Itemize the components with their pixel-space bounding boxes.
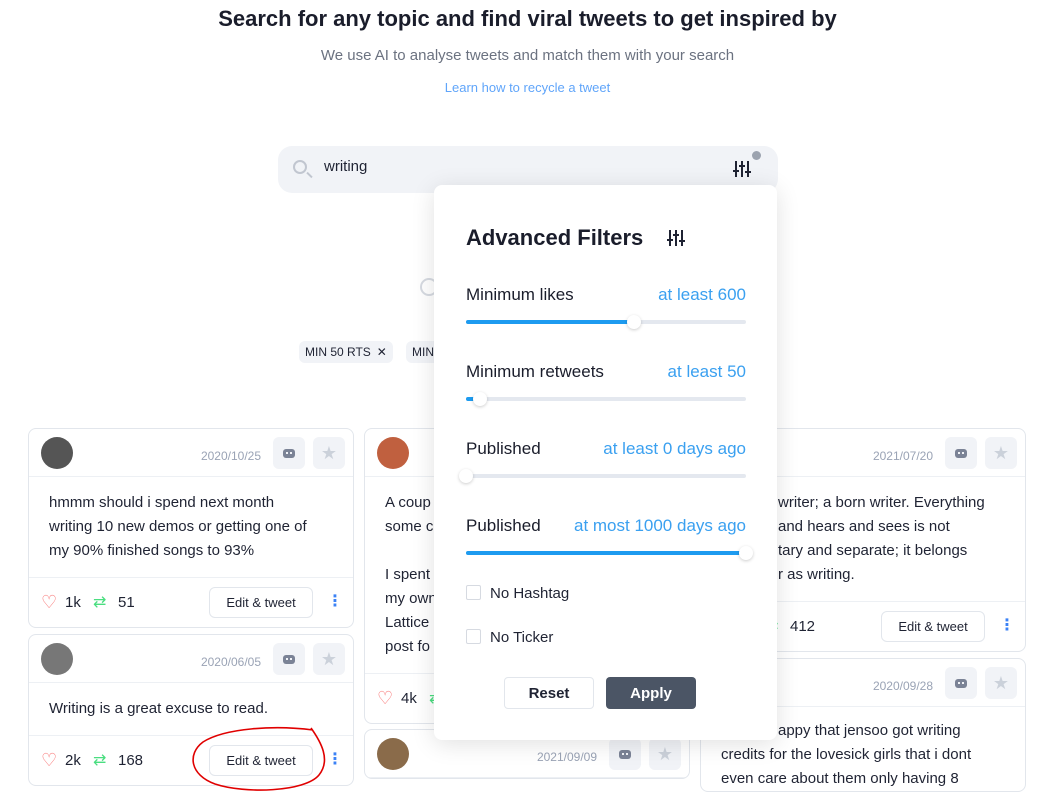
robot-icon — [955, 448, 967, 458]
robot-icon — [283, 654, 295, 664]
heart-icon: ♡ — [41, 592, 58, 612]
filter-label: Minimum likes — [466, 285, 574, 304]
filter-value: at least 0 days ago — [603, 439, 746, 458]
card-footer: ♡ 1k ⇄ 51 Edit & tweet ⋮ — [29, 577, 353, 627]
ai-robot-button[interactable] — [945, 667, 977, 699]
no-hashtag-checkbox[interactable]: No Hashtag — [466, 585, 569, 602]
tweet-text-line: my 90% finished songs to 93% — [49, 542, 255, 559]
card-header: 2020/10/25 ★ — [29, 429, 353, 477]
retweet-icon: ⇄ — [93, 752, 107, 769]
filter-label: Published — [466, 516, 541, 535]
filters-title: Advanced Filters — [466, 225, 686, 251]
filter-chip: MIN 50 RTS ✕ — [299, 341, 393, 363]
page-subtitle: We use AI to analyse tweets and match th… — [320, 47, 735, 64]
filter-active-dot — [752, 151, 761, 160]
min-retweets-filter: Minimum retweets at least 50 — [466, 362, 746, 406]
ai-robot-button[interactable] — [945, 437, 977, 469]
tweet-text-line: hmmm should i spend next month — [49, 494, 275, 511]
filter-value: at least 50 — [667, 362, 746, 381]
robot-icon — [283, 448, 295, 458]
heart-icon: ♡ — [41, 750, 58, 770]
page-title: Search for any topic and find viral twee… — [218, 6, 837, 31]
star-icon: ★ — [992, 672, 1010, 693]
star-icon: ★ — [320, 648, 338, 669]
tweet-card: 2020/10/25 ★ hmmm should i spend next mo… — [28, 428, 354, 628]
card-header: 2020/06/05 ★ — [29, 635, 353, 683]
tweet-date: 2020/10/25 — [200, 449, 261, 463]
tweet-date: 2021/09/09 — [536, 750, 597, 764]
tweet-date: 2020/09/28 — [872, 679, 933, 693]
checkbox-label: No Hashtag — [490, 585, 570, 602]
avatar[interactable] — [41, 437, 73, 469]
filter-label: Minimum retweets — [466, 362, 604, 381]
filter-sliders-icon[interactable] — [733, 160, 751, 178]
advanced-filters-popup: Advanced Filters Minimum likes at least … — [434, 185, 777, 740]
avatar[interactable] — [41, 643, 73, 675]
tweet-date: 2021/07/20 — [872, 449, 933, 463]
favorite-button[interactable]: ★ — [985, 437, 1017, 469]
favorite-button[interactable]: ★ — [985, 667, 1017, 699]
slider-thumb[interactable] — [739, 546, 753, 560]
tweet-text-line: credits for the lovesick girls that i do… — [721, 746, 972, 763]
like-count: 4k — [401, 690, 417, 707]
robot-icon — [619, 749, 631, 759]
learn-link[interactable]: Learn how to recycle a tweet — [0, 80, 1055, 95]
search-input[interactable] — [324, 158, 704, 175]
filter-value: at most 1000 days ago — [573, 516, 746, 535]
slider-thumb[interactable] — [459, 469, 473, 483]
chip-label: MIN 50 RTS — [305, 345, 371, 359]
star-icon: ★ — [320, 442, 338, 463]
robot-icon — [955, 678, 967, 688]
star-icon: ★ — [992, 442, 1010, 463]
chip-label: MIN — [412, 345, 434, 359]
ai-robot-button[interactable] — [273, 437, 305, 469]
tweet-text-line: Writing is a great excuse to read. — [49, 700, 268, 717]
tweet-text-line: writing 10 new demos or getting one of — [49, 518, 307, 535]
edit-and-tweet-button[interactable]: Edit & tweet — [881, 611, 985, 642]
red-annotation-circle — [192, 726, 326, 791]
close-icon[interactable]: ✕ — [377, 345, 387, 359]
tweet-date: 2020/06/05 — [200, 655, 261, 669]
tweet-text: hmmm should i spend next month writing 10… — [29, 477, 353, 577]
like-count: 1k — [65, 594, 81, 611]
published-max-slider[interactable] — [466, 546, 753, 560]
published-min-filter: Published at least 0 days ago — [459, 439, 746, 483]
edit-and-tweet-button[interactable]: Edit & tweet — [209, 587, 313, 618]
ai-robot-button[interactable] — [273, 643, 305, 675]
tweet-text-line: even care about them only having 8 — [721, 770, 959, 787]
retweet-count: 412 — [790, 618, 816, 635]
retweet-icon: ⇄ — [93, 594, 107, 611]
filter-value: at least 600 — [658, 285, 746, 304]
favorite-button[interactable]: ★ — [649, 738, 681, 770]
checkbox-box[interactable] — [466, 629, 481, 644]
star-icon: ★ — [656, 743, 674, 764]
favorite-button[interactable]: ★ — [313, 643, 345, 675]
avatar[interactable] — [377, 738, 409, 770]
checkbox-label: No Ticker — [490, 629, 554, 646]
more-options-icon[interactable]: ⋮ — [327, 591, 343, 611]
min-likes-slider[interactable] — [466, 315, 746, 329]
filter-label: Published — [466, 439, 541, 458]
published-max-filter: Published at most 1000 days ago — [466, 516, 753, 560]
retweet-count: 51 — [118, 594, 135, 611]
published-min-slider[interactable] — [459, 469, 746, 483]
ai-robot-button[interactable] — [609, 738, 641, 770]
min-likes-filter: Minimum likes at least 600 — [466, 285, 746, 329]
search-icon — [293, 160, 307, 174]
slider-thumb[interactable] — [627, 315, 641, 329]
checkbox-box[interactable] — [466, 585, 481, 600]
reset-button[interactable]: Reset — [504, 677, 594, 709]
like-count: 2k — [65, 752, 81, 769]
avatar[interactable] — [377, 437, 409, 469]
more-options-icon[interactable]: ⋮ — [999, 615, 1015, 635]
filter-sliders-icon — [667, 229, 686, 247]
slider-thumb[interactable] — [473, 392, 487, 406]
no-ticker-checkbox[interactable]: No Ticker — [466, 629, 553, 646]
min-retweets-slider[interactable] — [466, 392, 746, 406]
heart-icon: ♡ — [377, 688, 394, 708]
favorite-button[interactable]: ★ — [313, 437, 345, 469]
apply-button[interactable]: Apply — [606, 677, 696, 709]
retweet-count: 168 — [118, 752, 144, 769]
